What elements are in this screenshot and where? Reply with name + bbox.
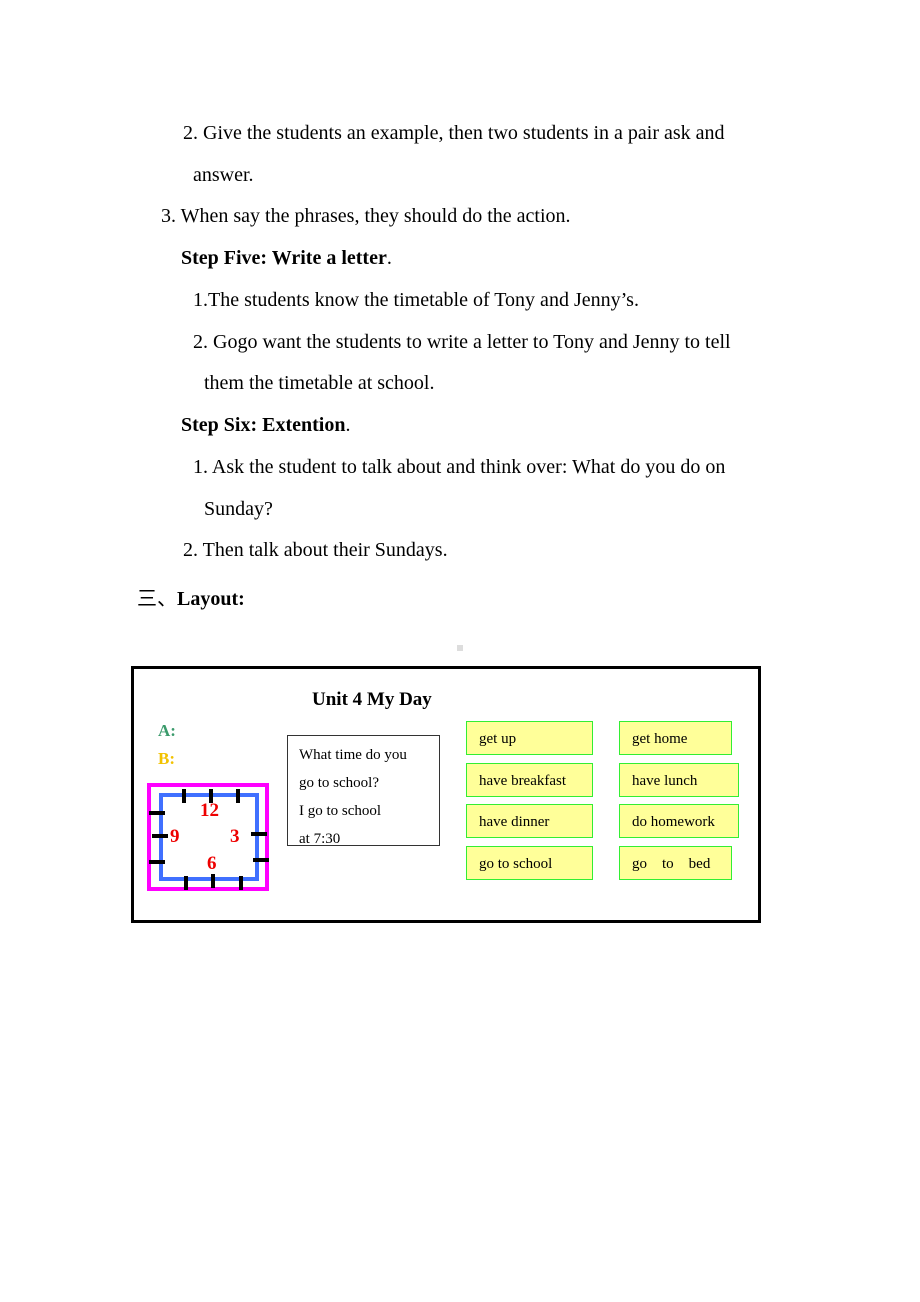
label-b: B:: [158, 749, 175, 768]
clock-tick: [236, 789, 240, 803]
step-five-period: .: [386, 247, 392, 269]
clock-tick: [211, 874, 215, 888]
phrase-card: go to school: [466, 846, 593, 880]
phrase-card: do homework: [619, 804, 739, 838]
dialog-line: I go to school: [299, 803, 382, 819]
dialog-line: go to school?: [299, 775, 379, 791]
text-line: 1.The students know the timetable of Ton…: [193, 289, 639, 311]
clock-number-6: 6: [207, 853, 217, 874]
phrase-card: have dinner: [466, 804, 593, 838]
clock-tick: [251, 832, 267, 836]
phrase-card: get home: [619, 721, 732, 755]
section-heading: 三、Layout:: [137, 587, 245, 611]
board-title: Unit 4 My Day: [312, 689, 432, 710]
clock-number-3: 3: [230, 826, 240, 847]
phrase-card: get up: [466, 721, 593, 755]
clock-tick: [253, 858, 269, 862]
text-line: answer.: [193, 164, 254, 186]
section-prefix: 三、: [137, 588, 177, 610]
dialog-line: at 7:30: [299, 831, 341, 846]
clock-number-9: 9: [170, 826, 180, 847]
step-five-title: Step Five: Write a letter: [181, 247, 387, 269]
clock-tick: [149, 811, 165, 815]
text-line: 2. Then talk about their Sundays.: [183, 539, 448, 561]
phrase-card: go to bed: [619, 846, 732, 880]
clock-tick: [152, 834, 168, 838]
text-line: 2. Give the students an example, then tw…: [183, 122, 725, 144]
dialog-box: What time do you go to school? I go to s…: [287, 735, 440, 846]
clock-tick: [239, 876, 243, 890]
text-line: 3. When say the phrases, they should do …: [161, 205, 571, 227]
step-six-heading: Step Six: Extention.: [181, 413, 350, 437]
label-a: A:: [158, 721, 176, 740]
phrase-card: have breakfast: [466, 763, 593, 797]
text-line: them the timetable at school.: [204, 372, 435, 394]
phrase-card: have lunch: [619, 763, 739, 797]
step-six-period: .: [345, 414, 351, 436]
placeholder-mark: [457, 645, 463, 651]
clock-tick: [182, 789, 186, 803]
dialog-line: What time do you: [299, 747, 407, 763]
step-six-title: Step Six: Extention: [181, 414, 346, 436]
text-line: 2. Gogo want the students to write a let…: [193, 331, 731, 353]
clock-icon: 12 3 6 9: [147, 783, 269, 891]
layout-board: Unit 4 My Day A: B: 12 3 6 9 What time d…: [131, 666, 761, 923]
step-five-heading: Step Five: Write a letter.: [181, 246, 392, 270]
clock-number-12: 12: [200, 800, 219, 821]
text-line: 1. Ask the student to talk about and thi…: [193, 456, 726, 478]
clock-tick: [149, 860, 165, 864]
section-title: Layout:: [177, 588, 245, 610]
text-line: Sunday?: [204, 498, 273, 520]
clock-tick: [184, 876, 188, 890]
